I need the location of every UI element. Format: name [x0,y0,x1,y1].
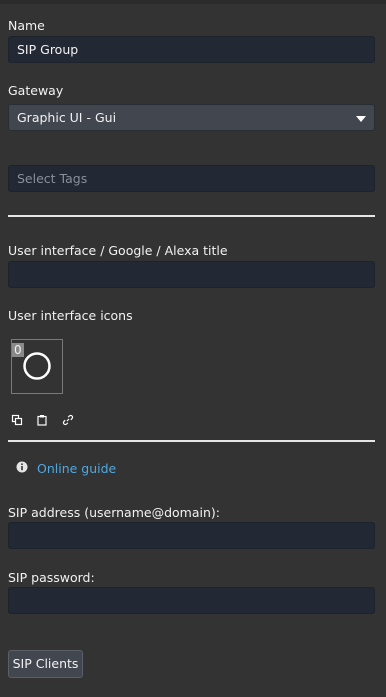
icon-state-count: 0 [12,343,24,357]
sip-password-label: SIP password: [8,570,95,585]
paste-icon[interactable] [36,414,48,426]
copy-icon[interactable] [11,414,23,426]
ui-title-input[interactable] [8,261,375,288]
gateway-select[interactable]: Graphic UI - Gui [8,104,375,131]
sip-address-label: SIP address (username@domain): [8,505,220,520]
sip-clients-button[interactable]: SIP Clients [8,650,83,678]
info-icon [16,461,28,473]
sip-address-input[interactable] [8,522,375,549]
name-input[interactable]: SIP Group [8,36,375,63]
divider [8,215,375,217]
link-icon[interactable] [62,414,74,426]
caret-down-icon [356,116,366,122]
gateway-label: Gateway [8,83,64,98]
ui-icons-label: User interface icons [8,308,133,323]
sip-password-input[interactable] [8,587,375,614]
online-guide-link[interactable]: Online guide [37,461,116,476]
gateway-selected-value: Graphic UI - Gui [17,110,117,125]
ui-icon-selector[interactable]: 0 [11,339,63,394]
tags-input[interactable]: Select Tags [8,165,375,192]
ui-title-label: User interface / Google / Alexa title [8,243,228,258]
name-label: Name [8,18,45,33]
settings-panel: Name SIP Group Gateway Graphic UI - Gui … [0,0,386,697]
divider [8,440,375,442]
